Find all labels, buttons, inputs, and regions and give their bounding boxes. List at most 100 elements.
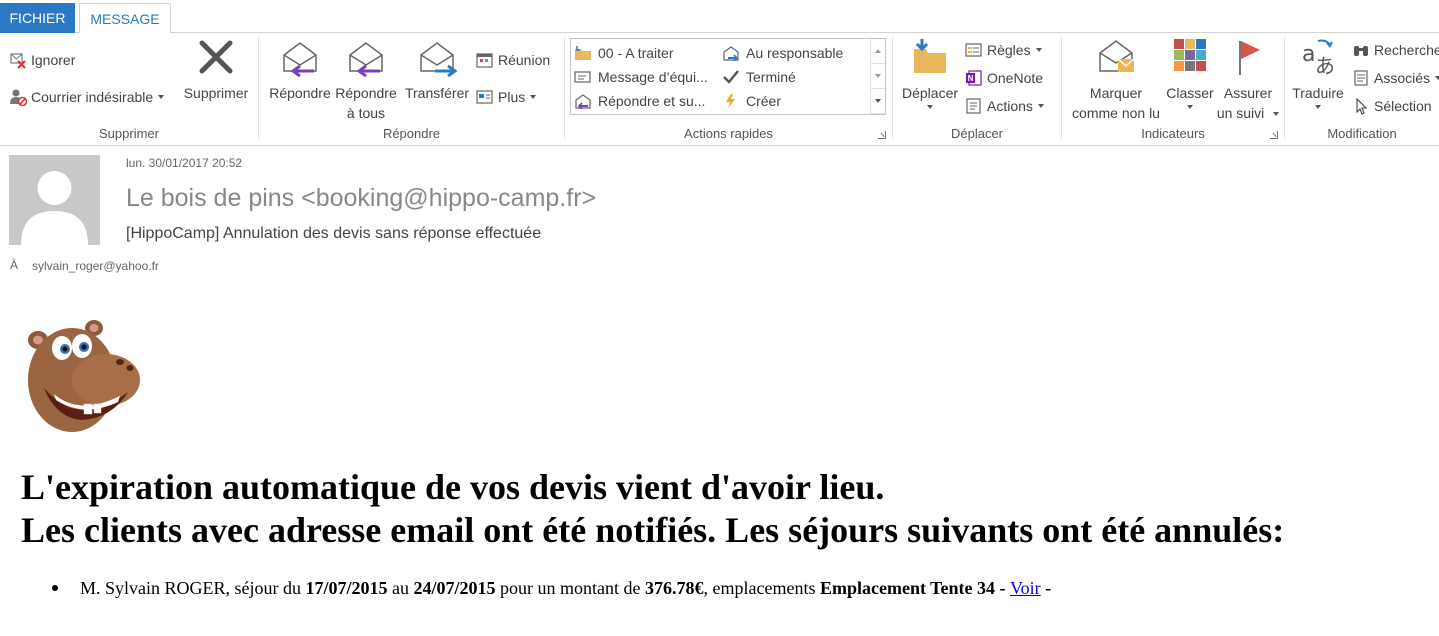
- ignore-button[interactable]: Ignorer: [9, 49, 75, 71]
- forward-to-manager-icon: [723, 46, 739, 61]
- quick-step-label: Message d’équi...: [598, 69, 708, 85]
- group-indicateurs: Marquer comme non lu Classer Assurer un …: [1062, 33, 1284, 145]
- reply-icon: [283, 42, 317, 77]
- meeting-button[interactable]: Réunion: [476, 49, 550, 71]
- quick-step-repondre-supprimer[interactable]: Répondre et su...: [574, 90, 705, 112]
- move-folder-icon: [914, 39, 946, 73]
- person-silhouette-icon: [9, 155, 100, 245]
- ignore-icon: [10, 53, 26, 69]
- tab-message[interactable]: MESSAGE: [79, 3, 171, 34]
- group-label-repondre: Répondre: [382, 126, 441, 141]
- translate-label: Traduire: [1292, 85, 1344, 101]
- tab-fichier[interactable]: FICHIER: [0, 3, 75, 33]
- chevron-down-icon: [1187, 105, 1193, 109]
- follow-up-button[interactable]: Assurer un suivi: [1216, 37, 1280, 123]
- categorize-label: Classer: [1166, 85, 1214, 101]
- checkmark-icon: [723, 70, 739, 84]
- group-label-indicateurs: Indicateurs: [1141, 126, 1205, 141]
- rules-label: Règles: [987, 42, 1031, 58]
- rules-icon: [965, 43, 982, 57]
- move-label: Déplacer: [901, 85, 959, 101]
- lightning-icon: [726, 94, 735, 108]
- reply-all-label-1: Répondre: [335, 85, 397, 101]
- follow-up-label-1: Assurer: [1223, 85, 1273, 101]
- categorize-grid-icon: [1174, 39, 1206, 71]
- quick-step-creer[interactable]: Créer: [722, 90, 781, 112]
- select-label: Sélection: [1374, 98, 1432, 114]
- translate-button[interactable]: a あ Traduire: [1289, 37, 1347, 109]
- view-link[interactable]: Voir: [1010, 578, 1041, 598]
- reply-all-button[interactable]: Répondre à tous: [333, 37, 399, 123]
- reply-button[interactable]: Répondre: [263, 37, 337, 103]
- dialog-launcher-icon[interactable]: [1270, 131, 1278, 139]
- forward-button[interactable]: Transférer: [402, 37, 472, 103]
- item-separator: -: [1040, 578, 1052, 598]
- quick-step-au-responsable[interactable]: Au responsable: [722, 42, 843, 64]
- binoculars-icon: [1354, 46, 1368, 56]
- more-respond-button[interactable]: Plus: [476, 86, 537, 108]
- quick-step-label: Au responsable: [746, 45, 844, 61]
- headline-line-1: L'expiration automatique de vos devis vi…: [21, 467, 885, 507]
- chevron-down-icon: [1273, 112, 1280, 117]
- find-label: Recherche: [1374, 42, 1439, 58]
- group-label-actions-rapides: Actions rapides: [684, 126, 773, 141]
- sender-avatar: [9, 155, 100, 245]
- junk-label: Courrier indésirable: [31, 89, 154, 105]
- junk-button[interactable]: Courrier indésirable: [9, 86, 165, 108]
- group-label-supprimer: Supprimer: [99, 126, 159, 141]
- delete-button[interactable]: Supprimer: [178, 37, 254, 103]
- onenote-button[interactable]: N OneNote: [965, 67, 1043, 89]
- gallery-scroll-down-icon[interactable]: [871, 64, 885, 89]
- dialog-launcher-icon[interactable]: [878, 131, 886, 139]
- quick-step-termine[interactable]: Terminé: [722, 66, 796, 88]
- group-repondre: Répondre Répondre à tous Transférer Réun…: [259, 33, 564, 145]
- move-button[interactable]: Déplacer: [897, 37, 963, 109]
- reply-all-label-2: à tous: [346, 105, 386, 121]
- folder-move-icon: [575, 46, 591, 60]
- forward-label: Transférer: [404, 85, 470, 101]
- group-label-deplacer: Déplacer: [950, 126, 1004, 141]
- group-label-modification: Modification: [1327, 126, 1397, 141]
- mark-unread-icon: [1099, 40, 1135, 72]
- recipient-address[interactable]: sylvain_roger@yahoo.fr: [32, 259, 159, 273]
- group-supprimer: Ignorer Courrier indésirable Supprimer S…: [0, 33, 258, 145]
- chevron-down-icon: [158, 95, 165, 99]
- message-date: lun. 30/01/2017 20:52: [126, 156, 243, 170]
- find-button[interactable]: Recherche: [1352, 39, 1439, 61]
- onenote-label: OneNote: [987, 70, 1044, 86]
- item-location: Emplacement Tente 34: [820, 578, 995, 598]
- actions-button[interactable]: Actions: [965, 95, 1044, 117]
- svg-text:あ: あ: [1315, 54, 1335, 77]
- gallery-scrollbar[interactable]: [870, 39, 885, 114]
- message-icon: [574, 71, 591, 83]
- select-button[interactable]: Sélection: [1352, 95, 1432, 117]
- mark-unread-button[interactable]: Marquer comme non lu: [1064, 37, 1168, 123]
- rules-button[interactable]: Règles: [965, 39, 1042, 61]
- gallery-more-icon[interactable]: [871, 89, 885, 114]
- gallery-scroll-up-icon[interactable]: [871, 39, 885, 64]
- item-client-text: M. Sylvain ROGER, séjour du: [80, 578, 306, 598]
- forward-icon: [420, 42, 457, 77]
- related-document-icon: [1354, 70, 1368, 86]
- mark-unread-label-2: comme non lu: [1072, 105, 1160, 121]
- chevron-down-icon: [530, 95, 537, 99]
- delete-x-icon: [199, 40, 233, 74]
- cursor-arrow-icon: [1356, 97, 1368, 115]
- message-sender[interactable]: Le bois de pins <booking@hippo-camp.fr>: [126, 184, 596, 213]
- related-label: Associés: [1374, 70, 1431, 86]
- group-deplacer: Déplacer Règles N OneNote Actions Déplac…: [893, 33, 1061, 145]
- quick-step-message-equipe[interactable]: Message d’équi...: [574, 66, 708, 88]
- quick-step-label: 00 - A traiter: [598, 45, 674, 61]
- translate-icon: a あ: [1302, 39, 1335, 77]
- item-locations-prefix: , emplacements: [703, 578, 820, 598]
- quick-step-label: Terminé: [746, 69, 796, 85]
- group-modification: a あ Traduire Recherche Associés Sélectio…: [1285, 33, 1439, 145]
- list-item: M. Sylvain ROGER, séjour du 17/07/2015 a…: [52, 578, 1051, 599]
- ribbon: Ignorer Courrier indésirable Supprimer S…: [0, 33, 1439, 146]
- more-icon: [476, 90, 493, 104]
- quick-step-a-traiter[interactable]: 00 - A traiter: [574, 42, 673, 64]
- related-button[interactable]: Associés: [1352, 67, 1439, 89]
- quick-step-label: Créer: [746, 93, 782, 109]
- ignore-label: Ignorer: [31, 52, 76, 68]
- categorize-button[interactable]: Classer: [1165, 37, 1215, 109]
